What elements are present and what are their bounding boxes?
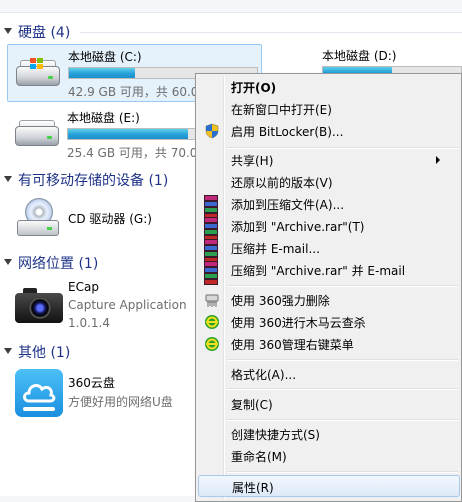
network-item-desc: Capture Application xyxy=(68,298,187,312)
cloud-disk-item[interactable]: 360云盘 方便好用的网络U盘 xyxy=(7,366,197,422)
network-item-ecap[interactable]: ECap Capture Application 1.0.1.4 xyxy=(7,278,197,334)
menu-item-label: 使用 360进行木马云查杀 xyxy=(231,316,366,330)
group-title: 硬盘 (4) xyxy=(18,25,71,41)
menu-item-360-shred[interactable]: 使用 360强力删除 xyxy=(198,289,460,311)
menu-item-compress-rar-email[interactable]: 压缩到 "Archive.rar" 并 E-mail xyxy=(198,259,460,285)
menu-item-label: 重命名(M) xyxy=(231,450,287,464)
hard-drive-icon xyxy=(13,118,59,148)
cd-drive-tile[interactable]: CD 驱动器 (G:) xyxy=(7,194,197,244)
drive-c-name: 本地磁盘 (C:) xyxy=(68,50,142,64)
cloud-disk-icon xyxy=(15,369,63,417)
menu-item-compress-email[interactable]: 压缩并 E-mail... xyxy=(198,237,460,263)
group-title: 其他 (1) xyxy=(18,345,71,361)
context-menu[interactable]: 打开(O) 在新窗口中打开(E) 启用 BitLocker(B)... 共享(H… xyxy=(195,73,462,502)
network-item-name: ECap xyxy=(68,280,99,294)
menu-separator xyxy=(227,471,458,473)
group-title: 网络位置 (1) xyxy=(18,256,99,272)
shield-icon xyxy=(205,123,219,139)
collapse-triangle-icon[interactable] xyxy=(4,348,12,354)
menu-item-restore-versions[interactable]: 还原以前的版本(V) xyxy=(198,171,460,193)
menu-item-label: 复制(C) xyxy=(231,398,273,412)
collapse-triangle-icon[interactable] xyxy=(4,259,12,265)
menu-item-label: 压缩并 E-mail... xyxy=(231,242,320,256)
menu-item-create-shortcut[interactable]: 创建快捷方式(S) xyxy=(198,423,460,445)
menu-separator xyxy=(227,419,458,421)
menu-item-label: 添加到 "Archive.rar"(T) xyxy=(231,220,365,234)
menu-item-format[interactable]: 格式化(A)... xyxy=(198,363,460,385)
group-hard-disks[interactable]: 硬盘 (4) xyxy=(0,21,462,43)
menu-item-label: 添加到压缩文件(A)... xyxy=(231,198,345,212)
menu-item-360-manage-menu[interactable]: 使用 360管理右键菜单 xyxy=(198,333,460,355)
cloud-disk-desc: 方便好用的网络U盘 xyxy=(68,395,173,409)
menu-separator xyxy=(227,359,458,361)
menu-item-add-to-archive[interactable]: 添加到压缩文件(A)... xyxy=(198,193,460,219)
menu-item-label: 共享(H) xyxy=(231,154,274,168)
menu-item-label: 使用 360管理右键菜单 xyxy=(231,338,354,352)
submenu-arrow-icon xyxy=(436,156,440,164)
menu-item-add-to-archive-rar[interactable]: 添加到 "Archive.rar"(T) xyxy=(198,215,460,241)
collapse-triangle-icon[interactable] xyxy=(4,176,12,182)
camera-icon xyxy=(15,288,63,324)
group-divider xyxy=(80,32,462,33)
360-icon xyxy=(205,315,219,329)
windows-drive-icon xyxy=(14,58,60,88)
menu-item-label: 还原以前的版本(V) xyxy=(231,176,333,190)
group-title: 有可移动存储的设备 (1) xyxy=(18,173,169,189)
menu-item-properties[interactable]: 属性(R) xyxy=(198,475,460,497)
menu-item-label: 启用 BitLocker(B)... xyxy=(231,125,344,139)
drive-e-info: 25.4 GB 可用，共 70.0 xyxy=(67,146,198,160)
menu-item-label: 压缩到 "Archive.rar" 并 E-mail xyxy=(231,264,406,278)
menu-item-360-scan[interactable]: 使用 360进行木马云查杀 xyxy=(198,311,460,333)
menu-item-bitlocker[interactable]: 启用 BitLocker(B)... xyxy=(198,120,460,142)
drive-e-usage-fill xyxy=(68,129,189,139)
winrar-icon xyxy=(204,261,218,285)
menu-item-open-new-window[interactable]: 在新窗口中打开(E) xyxy=(198,98,460,120)
menu-item-label: 格式化(A)... xyxy=(231,368,297,382)
menu-item-label: 在新窗口中打开(E) xyxy=(231,103,332,117)
winrar-icon xyxy=(204,195,218,219)
menu-separator xyxy=(227,388,458,390)
menu-item-label: 属性(R) xyxy=(232,481,274,495)
winrar-icon xyxy=(204,239,218,263)
cd-drive-icon xyxy=(15,196,61,240)
shredder-icon xyxy=(205,294,219,307)
360-icon xyxy=(205,337,219,351)
cloud-disk-name: 360云盘 xyxy=(68,376,115,390)
menu-item-open[interactable]: 打开(O) xyxy=(198,76,460,98)
menu-item-rename[interactable]: 重命名(M) xyxy=(198,445,460,467)
drive-c-info: 42.9 GB 可用，共 60.0 xyxy=(68,85,199,99)
menu-separator xyxy=(227,285,458,287)
collapse-triangle-icon[interactable] xyxy=(4,28,12,34)
menu-item-label: 使用 360强力删除 xyxy=(231,294,330,308)
menu-item-label: 创建快捷方式(S) xyxy=(231,428,320,442)
winrar-icon xyxy=(204,217,218,241)
menu-item-copy[interactable]: 复制(C) xyxy=(198,393,460,415)
drive-e-name: 本地磁盘 (E:) xyxy=(67,111,140,125)
network-item-version: 1.0.1.4 xyxy=(68,316,110,330)
menu-item-share[interactable]: 共享(H) xyxy=(198,149,460,171)
bottom-edge xyxy=(0,496,195,502)
drive-d-name: 本地磁盘 (D:) xyxy=(322,49,397,63)
menu-item-label: 打开(O) xyxy=(231,81,277,95)
top-edge xyxy=(0,0,462,13)
cd-drive-name: CD 驱动器 (G:) xyxy=(68,212,152,226)
drive-c-usage-fill xyxy=(69,68,135,78)
